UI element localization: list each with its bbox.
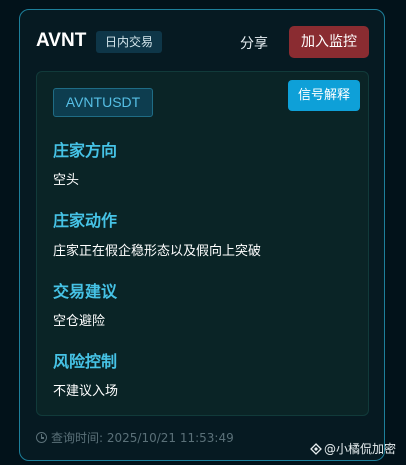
signal-explain-button[interactable]: 信号解释 xyxy=(288,80,360,111)
section-body-advice: 空仓避险 xyxy=(53,314,106,329)
signal-panel: AVNTUSDT 信号解释 庄家方向 空头 庄家动作 庄家正在假企稳形态以及假向… xyxy=(36,71,369,416)
section-body-direction: 空头 xyxy=(53,173,80,188)
diamond-logo-icon xyxy=(310,443,322,455)
query-time-text: 查询时间: 2025/10/21 11:53:49 xyxy=(51,431,234,445)
section-body-action: 庄家正在假企稳形态以及假向上突破 xyxy=(53,244,262,259)
watermark-text: @小橘侃加密 xyxy=(324,442,397,456)
section-title-advice: 交易建议 xyxy=(53,282,118,301)
coin-symbol: AVNT xyxy=(36,30,87,51)
section-title-risk: 风险控制 xyxy=(53,352,118,371)
trade-type-badge: 日内交易 xyxy=(96,31,163,53)
share-button[interactable]: 分享 xyxy=(240,33,268,53)
pair-badge: AVNTUSDT xyxy=(53,88,153,117)
watermark: @小橘侃加密 xyxy=(310,440,396,457)
section-body-risk: 不建议入场 xyxy=(53,384,119,399)
card-header: AVNT 日内交易 分享 加入监控 xyxy=(36,26,369,60)
section-title-direction: 庄家方向 xyxy=(53,141,118,160)
add-monitor-button[interactable]: 加入监控 xyxy=(289,26,369,58)
query-time: 查询时间: 2025/10/21 11:53:49 xyxy=(36,429,234,446)
section-title-action: 庄家动作 xyxy=(53,211,118,230)
signal-card: AVNT 日内交易 分享 加入监控 AVNTUSDT 信号解释 庄家方向 空头 … xyxy=(19,9,385,461)
clock-icon xyxy=(36,432,47,443)
